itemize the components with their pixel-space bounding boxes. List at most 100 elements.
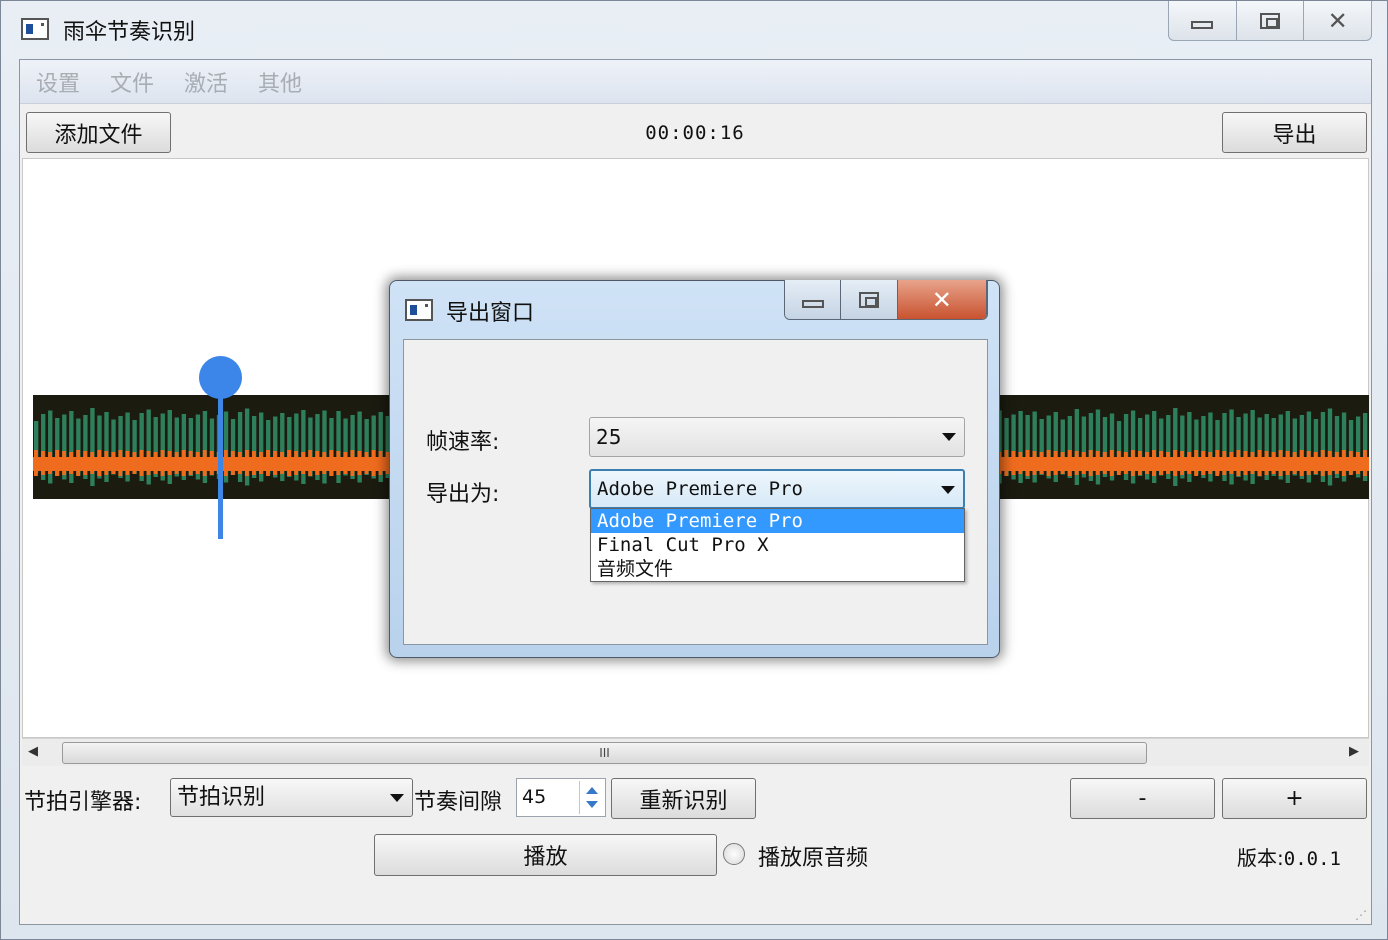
menu-settings[interactable]: 设置 xyxy=(36,66,80,98)
original-audio-label[interactable]: 播放原音频 xyxy=(758,840,868,872)
waveform-beat-marker xyxy=(1299,450,1304,476)
waveform-beat-marker xyxy=(1060,452,1065,474)
waveform-beat-marker xyxy=(1180,451,1185,475)
menu-other[interactable]: 其他 xyxy=(258,66,302,98)
waveform-beat-marker xyxy=(1250,452,1255,474)
close-icon: ✕ xyxy=(1327,6,1348,35)
playhead-line[interactable] xyxy=(218,379,223,539)
waveform-beat-marker xyxy=(244,450,249,476)
beat-engine-label: 节拍引擎器: xyxy=(24,790,142,815)
original-audio-radio[interactable] xyxy=(723,843,745,865)
waveform-beat-marker xyxy=(1341,450,1346,476)
waveform-beat-marker xyxy=(1208,452,1213,474)
export-button[interactable]: 导出 xyxy=(1222,112,1367,153)
waveform-beat-marker xyxy=(125,451,130,475)
waveform-beat-marker xyxy=(1095,451,1100,475)
waveform-beat-marker xyxy=(1032,451,1037,475)
waveform-beat-marker xyxy=(1102,452,1107,474)
waveform-beat-marker xyxy=(371,450,376,476)
waveform-beat-marker xyxy=(1074,451,1079,475)
beat-engine-select[interactable]: 节拍识别 xyxy=(170,778,413,817)
scroll-thumb[interactable]: III xyxy=(62,742,1147,764)
horizontal-scrollbar[interactable]: ◀ III ▶ xyxy=(22,738,1369,766)
scroll-left-icon[interactable]: ◀ xyxy=(28,744,38,759)
dialog-maximize-button[interactable] xyxy=(841,280,898,319)
waveform-beat-marker xyxy=(251,451,256,475)
dialog-minimize-button[interactable] xyxy=(785,280,842,319)
spin-up-icon[interactable] xyxy=(586,787,598,794)
playhead-handle[interactable] xyxy=(199,356,242,399)
waveform-beat-marker xyxy=(1159,451,1163,475)
maximize-button[interactable] xyxy=(1237,1,1305,40)
waveform-beat-marker xyxy=(1355,452,1360,474)
waveform-beat-marker xyxy=(34,450,38,476)
waveform-bar xyxy=(90,408,95,486)
timecode-display: 00:00:16 xyxy=(645,122,745,144)
waveform-beat-marker xyxy=(139,450,144,476)
beat-engine-value: 节拍识别 xyxy=(177,785,266,810)
export-format-select[interactable]: Adobe Premiere Pro xyxy=(589,469,965,509)
waveform-beat-marker xyxy=(280,452,284,474)
rhythm-gap-spinbox[interactable]: 45 xyxy=(516,778,606,817)
waveform-beat-marker xyxy=(308,450,313,476)
waveform-beat-marker xyxy=(1285,451,1290,475)
waveform-beat-marker xyxy=(223,450,228,476)
play-button[interactable]: 播放 xyxy=(374,834,717,876)
waveform-beat-marker xyxy=(1313,452,1318,474)
export-format-value: Adobe Premiere Pro xyxy=(597,478,803,500)
waveform-beat-marker xyxy=(174,452,179,474)
zoom-out-button[interactable]: - xyxy=(1070,778,1215,819)
waveform-beat-marker xyxy=(1152,450,1156,476)
waveform-beat-marker xyxy=(83,451,88,475)
waveform-beat-marker xyxy=(1123,452,1128,474)
add-file-button[interactable]: 添加文件 xyxy=(26,112,171,153)
waveform-beat-marker xyxy=(111,452,116,474)
spin-down-icon[interactable] xyxy=(586,801,598,808)
export-dialog: 导出窗口 ✕ 帧速率: 25 导出为: Adobe Premiere Pro A… xyxy=(389,280,1000,658)
waveform-beat-marker xyxy=(202,450,207,476)
format-option-premiere[interactable]: Adobe Premiere Pro xyxy=(591,509,964,533)
format-option-finalcut[interactable]: Final Cut Pro X xyxy=(591,533,964,557)
waveform-beat-marker xyxy=(1053,451,1058,475)
waveform-beat-marker xyxy=(97,450,102,476)
waveform-beat-marker xyxy=(1320,450,1325,476)
resize-grip[interactable]: ⋰ xyxy=(1355,908,1367,922)
window-title: 雨伞节奏识别 xyxy=(63,20,196,45)
menu-file[interactable]: 文件 xyxy=(110,66,154,98)
title-bar[interactable]: 雨伞节奏识别 ✕ xyxy=(1,1,1387,59)
waveform-beat-marker xyxy=(364,452,369,474)
waveform-beat-marker xyxy=(287,450,292,476)
waveform-beat-marker xyxy=(62,451,66,475)
waveform-beat-marker xyxy=(1236,450,1241,476)
menu-activate[interactable]: 激活 xyxy=(184,66,228,98)
maximize-icon xyxy=(1260,12,1280,29)
waveform-beat-marker xyxy=(118,450,123,476)
waveform-beat-marker xyxy=(1264,451,1269,475)
zoom-in-button[interactable]: + xyxy=(1222,778,1367,819)
minimize-button[interactable] xyxy=(1169,1,1237,40)
dialog-close-button[interactable]: ✕ xyxy=(897,280,987,319)
waveform-beat-marker xyxy=(1067,450,1072,476)
chevron-down-icon xyxy=(390,794,404,802)
waveform-beat-marker xyxy=(1137,451,1142,475)
waveform-beat-marker xyxy=(55,450,59,476)
waveform-beat-marker xyxy=(322,452,327,474)
close-button[interactable]: ✕ xyxy=(1304,1,1371,40)
frame-rate-select[interactable]: 25 xyxy=(589,417,965,457)
waveform-beat-marker xyxy=(1257,450,1262,476)
waveform-beat-marker xyxy=(343,452,348,474)
waveform-beat-marker xyxy=(329,450,334,476)
waveform-beat-marker xyxy=(1327,451,1332,475)
format-option-audio-file[interactable]: 音频文件 xyxy=(591,557,964,581)
rerecognize-button[interactable]: 重新识别 xyxy=(611,778,756,819)
waveform-beat-marker xyxy=(1201,451,1206,475)
waveform-beat-marker xyxy=(1222,451,1227,475)
scroll-right-icon[interactable]: ▶ xyxy=(1349,744,1359,759)
dialog-title: 导出窗口 xyxy=(446,301,535,326)
dialog-window-controls: ✕ xyxy=(784,280,988,320)
rhythm-gap-value: 45 xyxy=(522,786,547,808)
waveform-beat-marker xyxy=(1215,450,1220,476)
maximize-icon xyxy=(858,291,879,308)
waveform-beat-marker xyxy=(1334,452,1339,474)
close-icon: ✕ xyxy=(931,285,952,314)
